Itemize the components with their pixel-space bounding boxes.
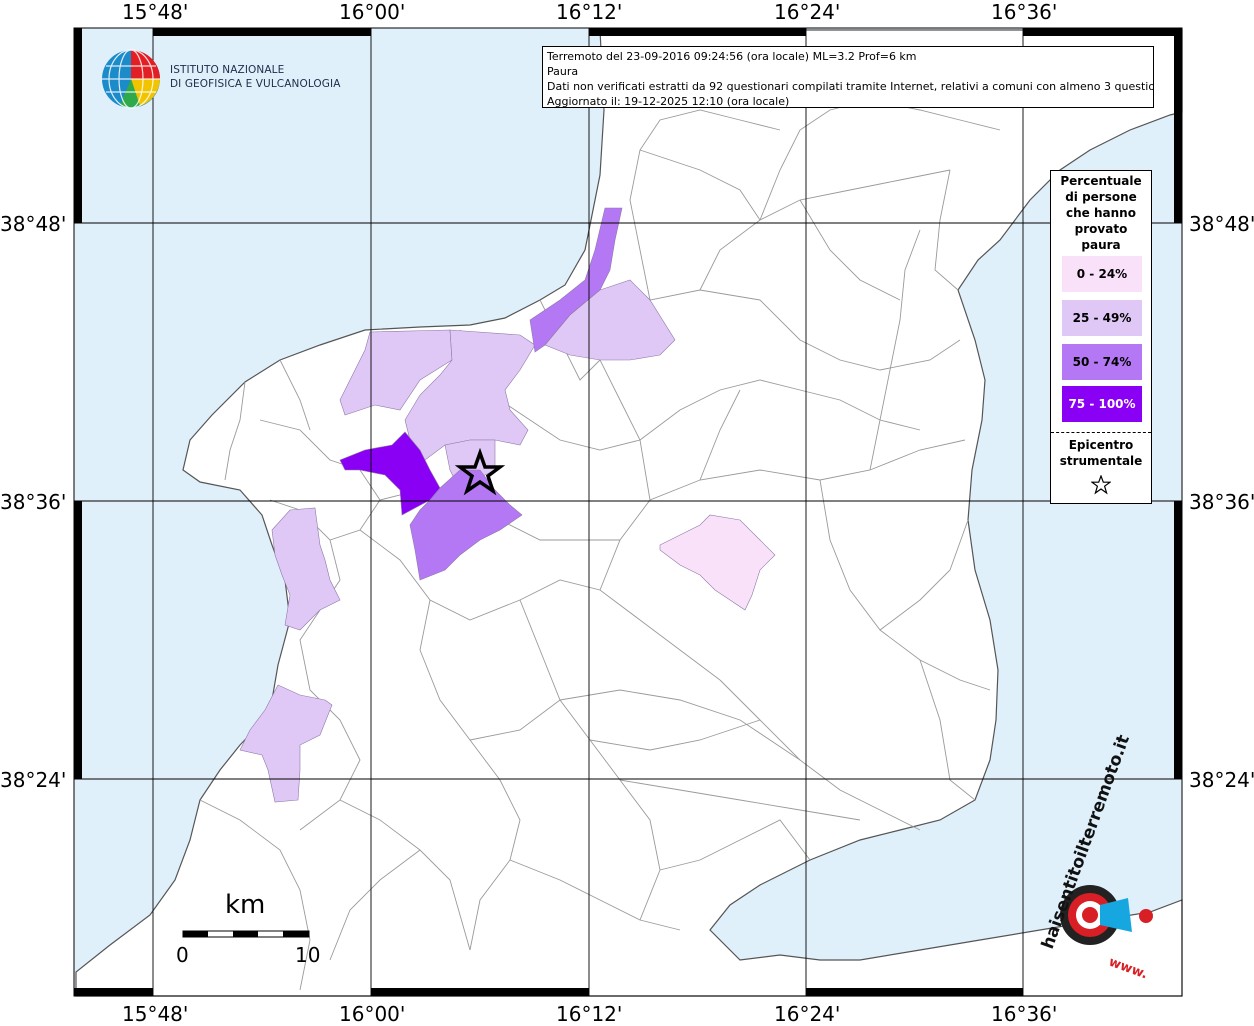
legend-epicenter-label: Epicentro strumentale (1051, 437, 1151, 469)
legend-epicenter-line: strumentale (1059, 454, 1143, 468)
lon-label-bottom: 16°36' (991, 1002, 1058, 1026)
legend-title-line: Percentuale (1060, 174, 1142, 188)
event-info-line: Aggiornato il: 19-12-2025 12:10 (ora loc… (547, 95, 790, 108)
scale-bar (182, 930, 310, 938)
lon-label-bottom: 16°00' (339, 1002, 406, 1026)
legend-star-icon (1091, 475, 1111, 495)
legend-title-line: che hanno (1066, 206, 1136, 220)
legend: Percentuale di persone che hanno provato… (1050, 170, 1152, 504)
legend-title-line: paura (1081, 238, 1121, 252)
legend-epicenter-line: Epicentro (1068, 438, 1134, 452)
lat-label-left: 38°36' (0, 490, 67, 514)
lon-label-bottom: 16°24' (774, 1002, 841, 1026)
event-info-line: Paura (547, 65, 579, 78)
institute-name: ISTITUTO NAZIONALE DI GEOFISICA E VULCAN… (170, 63, 341, 91)
legend-class-0-24: 0 - 24% (1062, 256, 1142, 292)
legend-class-75-100: 75 - 100% (1062, 386, 1142, 422)
lat-label-left: 38°48' (0, 212, 67, 236)
legend-class-50-74: 50 - 74% (1062, 344, 1142, 380)
legend-title: Percentuale di persone che hanno provato… (1051, 173, 1151, 253)
lon-label-bottom: 16°12' (556, 1002, 623, 1026)
lon-label-top: 15°48' (122, 0, 189, 24)
institute-name-line2: DI GEOFISICA E VULCANOLOGIA (170, 78, 341, 90)
lon-label-top: 16°12' (556, 0, 623, 24)
lon-label-top: 16°24' (774, 0, 841, 24)
event-info-line: Terremoto del 23-09-2016 09:24:56 (ora l… (547, 50, 917, 63)
event-info-line: Dati non verificati estratti da 92 quest… (547, 80, 1154, 93)
scale-unit: km (225, 890, 266, 920)
ingv-globe-icon (102, 49, 160, 109)
lat-label-right: 38°24' (1189, 768, 1254, 792)
legend-separator (1051, 432, 1151, 433)
scale-end: 10 (295, 943, 321, 967)
lat-label-right: 38°48' (1189, 212, 1254, 236)
event-info-box: Terremoto del 23-09-2016 09:24:56 (ora l… (542, 46, 1154, 108)
lon-label-top: 16°36' (991, 0, 1058, 24)
legend-title-line: provato (1074, 222, 1128, 236)
intensity-map: haisentitoilterremoto.it www. (73, 27, 1183, 997)
legend-title-line: di persone (1065, 190, 1137, 204)
lon-label-top: 16°00' (339, 0, 406, 24)
lat-label-right: 38°36' (1189, 490, 1254, 514)
lon-label-bottom: 15°48' (122, 1002, 189, 1026)
scale-start: 0 (176, 943, 189, 967)
legend-class-25-49: 25 - 49% (1062, 300, 1142, 336)
institute-name-line1: ISTITUTO NAZIONALE (170, 64, 285, 76)
lat-label-left: 38°24' (0, 768, 67, 792)
